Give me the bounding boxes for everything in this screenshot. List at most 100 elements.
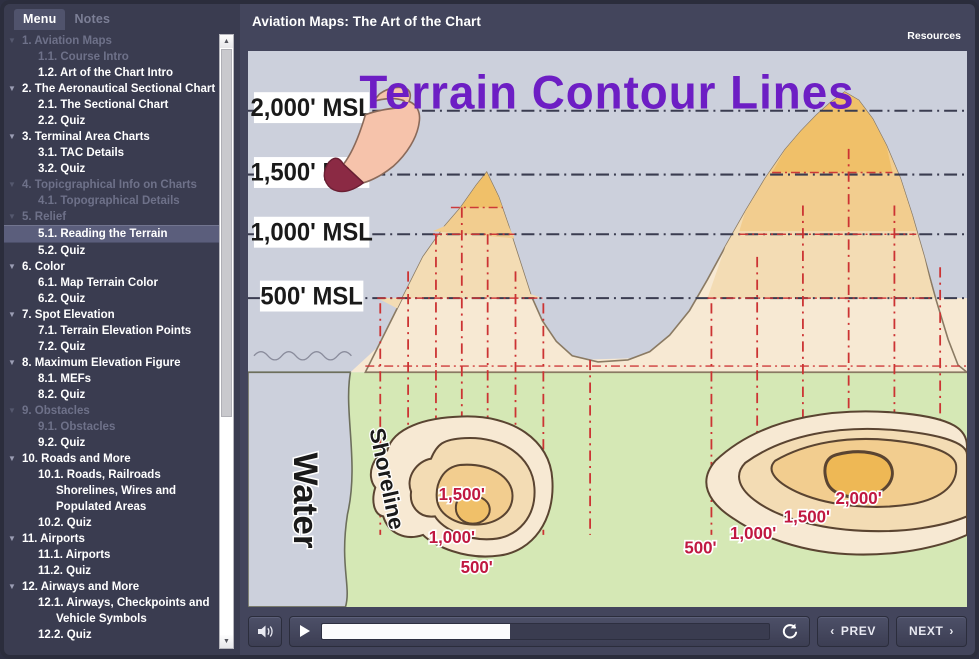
chevron-down-icon[interactable]: ▼ bbox=[4, 307, 20, 323]
tab-menu[interactable]: Menu bbox=[14, 9, 66, 30]
sidebar-item-4[interactable]: 2.1. The Sectional Chart bbox=[4, 97, 220, 113]
sidebar-item-22[interactable]: 8.2. Quiz bbox=[4, 387, 220, 403]
outline-spacer bbox=[4, 563, 20, 579]
sidebar-item-16[interactable]: 6.2. Quiz bbox=[4, 291, 220, 307]
sidebar-item-label: 12.2. Quiz bbox=[38, 629, 92, 641]
sidebar-item-label: 11.2. Quiz bbox=[38, 565, 92, 577]
volume-button[interactable] bbox=[248, 615, 282, 647]
sidebar-item-34[interactable]: 12.2. Quiz bbox=[4, 627, 220, 643]
sidebar-item-label: 5.1. Reading the Terrain bbox=[38, 228, 168, 240]
slide-stage: 2,000' MSL 1,500' MSL 1,000' MSL 500' MS… bbox=[248, 51, 967, 607]
sidebar-item-10[interactable]: 4.1. Topographical Details bbox=[4, 193, 220, 209]
sidebar-item-17[interactable]: ▼ 7. Spot Elevation bbox=[4, 307, 220, 323]
contour-label-right-1000: 1,000' bbox=[730, 523, 776, 543]
scroll-down-arrow-icon[interactable]: ▼ bbox=[220, 635, 233, 648]
chevron-down-icon[interactable]: ▼ bbox=[4, 451, 20, 467]
main-panel: Aviation Maps: The Art of the Chart Reso… bbox=[240, 0, 979, 659]
sidebar-tabs: Menu Notes bbox=[4, 4, 240, 30]
sidebar-item-6[interactable]: ▼ 3. Terminal Area Charts bbox=[4, 129, 220, 145]
outline-spacer bbox=[4, 113, 20, 129]
chevron-down-icon[interactable]: ▼ bbox=[4, 129, 20, 145]
sidebar-item-31[interactable]: 11.2. Quiz bbox=[4, 563, 220, 579]
sidebar-item-28[interactable]: 10.2. Quiz bbox=[4, 515, 220, 531]
sidebar-item-25[interactable]: 9.2. Quiz bbox=[4, 435, 220, 451]
outline-spacer bbox=[4, 387, 20, 403]
top-bar: Aviation Maps: The Art of the Chart Reso… bbox=[240, 4, 975, 51]
sidebar-item-26[interactable]: ▼ 10. Roads and More bbox=[4, 451, 220, 467]
sidebar-item-14[interactable]: ▼ 6. Color bbox=[4, 259, 220, 275]
chevron-left-icon: ‹ bbox=[830, 624, 835, 638]
sidebar-item-1[interactable]: 1.1. Course Intro bbox=[4, 49, 220, 65]
sidebar-item-13[interactable]: 5.2. Quiz bbox=[4, 243, 220, 259]
sidebar-item-label: 1.1. Course Intro bbox=[38, 51, 129, 63]
sidebar-item-label: 2.2. Quiz bbox=[38, 115, 86, 127]
sidebar-scrollbar[interactable]: ▲ ▼ bbox=[219, 34, 234, 649]
sidebar-item-label: 6.2. Quiz bbox=[38, 293, 86, 305]
tab-notes[interactable]: Notes bbox=[65, 9, 119, 30]
sidebar-item-label: 8. Maximum Elevation Figure bbox=[22, 357, 181, 369]
sidebar-item-label: 7.1. Terrain Elevation Points bbox=[38, 325, 192, 337]
sidebar-item-27[interactable]: 10.1. Roads, Railroads Shorelines, Wires… bbox=[4, 467, 220, 515]
sidebar-item-7[interactable]: 3.1. TAC Details bbox=[4, 145, 220, 161]
sidebar-item-label: 4.1. Topographical Details bbox=[38, 195, 180, 207]
sidebar-item-20[interactable]: ▼ 8. Maximum Elevation Figure bbox=[4, 355, 220, 371]
contour-label-left-1500: 1,500' bbox=[439, 484, 485, 504]
sidebar-item-label: 10.1. Roads, Railroads Shorelines, Wires… bbox=[38, 469, 177, 513]
chevron-down-icon[interactable]: ▼ bbox=[4, 209, 20, 225]
chevron-down-icon[interactable]: ▼ bbox=[4, 355, 20, 371]
scroll-up-arrow-icon[interactable]: ▲ bbox=[220, 35, 233, 48]
player-controls-bar: ‹ PREV NEXT › bbox=[240, 607, 975, 655]
outline-spacer bbox=[4, 515, 20, 531]
chevron-down-icon[interactable]: ▼ bbox=[4, 531, 20, 547]
sidebar: Menu Notes ▼ 1. Aviation Maps 1.1. Course… bbox=[0, 0, 240, 659]
sidebar-item-21[interactable]: 8.1. MEFs bbox=[4, 371, 220, 387]
sidebar-item-18[interactable]: 7.1. Terrain Elevation Points bbox=[4, 323, 220, 339]
outline-spacer bbox=[4, 65, 20, 81]
sidebar-item-3[interactable]: ▼ 2. The Aeronautical Sectional Chart bbox=[4, 81, 220, 97]
sidebar-item-label: 3. Terminal Area Charts bbox=[22, 131, 150, 143]
chevron-down-icon[interactable]: ▼ bbox=[4, 403, 20, 419]
sidebar-item-label: 1.2. Art of the Chart Intro bbox=[38, 67, 174, 79]
replay-button[interactable] bbox=[778, 620, 800, 642]
sidebar-item-label: 7.2. Quiz bbox=[38, 341, 86, 353]
chevron-down-icon[interactable]: ▼ bbox=[4, 259, 20, 275]
seek-bar[interactable] bbox=[321, 622, 771, 640]
sidebar-item-label: 2. The Aeronautical Sectional Chart bbox=[22, 83, 216, 95]
sidebar-item-15[interactable]: 6.1. Map Terrain Color bbox=[4, 275, 220, 291]
play-button[interactable] bbox=[297, 621, 313, 641]
speaker-icon bbox=[257, 625, 273, 637]
chevron-down-icon[interactable]: ▼ bbox=[4, 177, 20, 193]
sidebar-item-2[interactable]: 1.2. Art of the Chart Intro bbox=[4, 65, 220, 81]
outline-spacer bbox=[4, 275, 20, 291]
sidebar-item-label: 11. Airports bbox=[22, 533, 85, 545]
sidebar-item-33[interactable]: 12.1. Airways, Checkpoints and Vehicle S… bbox=[4, 595, 220, 627]
sidebar-item-24[interactable]: 9.1. Obstacles bbox=[4, 419, 220, 435]
outline-spacer bbox=[4, 595, 20, 611]
sidebar-item-30[interactable]: 11.1. Airports bbox=[4, 547, 220, 563]
sidebar-item-label: 8.1. MEFs bbox=[38, 373, 92, 385]
sidebar-item-5[interactable]: 2.2. Quiz bbox=[4, 113, 220, 129]
resources-link[interactable]: Resources bbox=[907, 30, 961, 42]
sidebar-item-29[interactable]: ▼ 11. Airports bbox=[4, 531, 220, 547]
sidebar-item-32[interactable]: ▼ 12. Airways and More bbox=[4, 579, 220, 595]
chevron-down-icon[interactable]: ▼ bbox=[4, 33, 20, 49]
msl-label-2000: 2,000' MSL bbox=[250, 95, 373, 122]
sidebar-item-label: 6.1. Map Terrain Color bbox=[38, 277, 158, 289]
sidebar-item-8[interactable]: 3.2. Quiz bbox=[4, 161, 220, 177]
prev-button[interactable]: ‹ PREV bbox=[817, 615, 889, 647]
sidebar-item-label: 4. Topicgraphical Info on Charts bbox=[22, 179, 197, 191]
sidebar-item-19[interactable]: 7.2. Quiz bbox=[4, 339, 220, 355]
course-outline-list: ▼ 1. Aviation Maps 1.1. Course Intro 1.2.… bbox=[4, 30, 220, 643]
sidebar-item-23[interactable]: ▼ 9. Obstacles bbox=[4, 403, 220, 419]
sidebar-item-12[interactable]: 5.1. Reading the Terrain bbox=[4, 225, 220, 243]
sidebar-item-11[interactable]: ▼ 5. Relief bbox=[4, 209, 220, 225]
sidebar-item-9[interactable]: ▼ 4. Topicgraphical Info on Charts bbox=[4, 177, 220, 193]
chevron-down-icon[interactable]: ▼ bbox=[4, 81, 20, 97]
outline-spacer bbox=[4, 161, 20, 177]
sidebar-item-label: 12. Airways and More bbox=[22, 581, 140, 593]
sidebar-item-0[interactable]: ▼ 1. Aviation Maps bbox=[4, 33, 220, 49]
chevron-down-icon[interactable]: ▼ bbox=[4, 579, 20, 595]
next-button[interactable]: NEXT › bbox=[895, 615, 967, 647]
outline-spacer bbox=[4, 226, 20, 242]
scrollbar-thumb[interactable] bbox=[221, 49, 232, 417]
